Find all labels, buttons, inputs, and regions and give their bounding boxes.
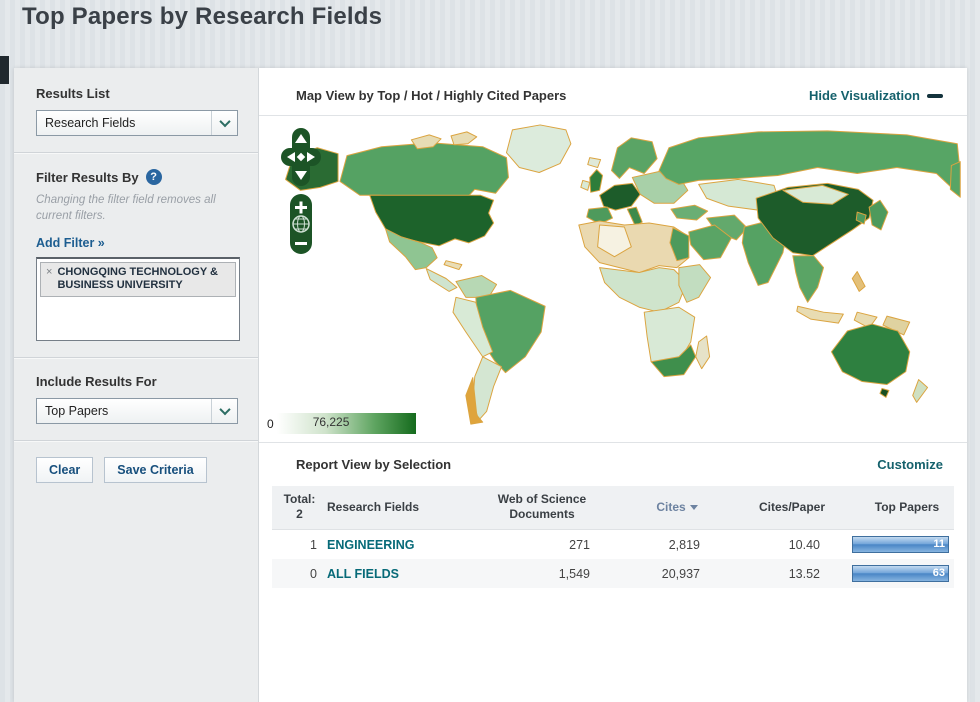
cites-label: Cites: [656, 499, 686, 514]
column-research-fields[interactable]: Research Fields: [327, 500, 462, 515]
hide-visualization-label: Hide Visualization: [808, 88, 920, 103]
legend-max: 76,225: [312, 415, 350, 429]
results-list-dropdown[interactable]: Research Fields: [36, 110, 238, 136]
table-row[interactable]: 1 ENGINEERING 271 2,819 10.40 11: [272, 530, 954, 559]
table-row[interactable]: 0 ALL FIELDS 1,549 20,937 13.52 63: [272, 559, 954, 588]
top-papers-value: 63: [932, 567, 945, 579]
column-wos-documents[interactable]: Web of Science Documents: [462, 492, 622, 522]
filter-tag[interactable]: × CHONGQING TECHNOLOGY & BUSINESS UNIVER…: [40, 262, 236, 298]
top-papers-bar[interactable]: 11: [852, 536, 949, 553]
row-rank: 0: [310, 566, 317, 581]
sort-desc-icon: [689, 504, 698, 510]
hide-visualization-link[interactable]: Hide Visualization: [809, 88, 943, 103]
cites-per-paper-value: 10.40: [788, 537, 820, 552]
remove-filter-icon[interactable]: ×: [46, 266, 52, 292]
legend-gradient-bar: 76,225: [276, 413, 416, 434]
cites-value: 2,819: [668, 537, 700, 552]
filter-box[interactable]: × CHONGQING TECHNOLOGY & BUSINESS UNIVER…: [36, 257, 240, 342]
include-results-value: Top Papers: [45, 404, 109, 419]
divider: [14, 357, 258, 359]
world-map[interactable]: [262, 118, 962, 440]
legend-min: 0: [267, 416, 274, 431]
top-papers-bar[interactable]: 63: [852, 565, 949, 582]
column-cites-sorted[interactable]: Cites: [622, 500, 732, 515]
include-results-dropdown[interactable]: Top Papers: [36, 398, 238, 425]
map-legend: 0 76,225: [267, 413, 416, 434]
collapse-minus-icon[interactable]: [927, 93, 943, 98]
top-papers-value: 11: [933, 538, 945, 550]
report-view-title: Report View by Selection: [296, 457, 452, 472]
clear-button[interactable]: Clear: [36, 457, 94, 484]
total-header: Total: 2: [272, 492, 327, 522]
divider: [14, 152, 258, 153]
main-content: Map View by Top / Hot / Highly Cited Pap…: [259, 68, 967, 702]
chevron-down-icon: [218, 403, 231, 416]
filter-results-heading: Filter Results By: [36, 169, 139, 185]
dropdown-arrow-box[interactable]: [211, 399, 237, 424]
report-table: Total: 2 Research Fields Web of Science …: [272, 486, 954, 588]
field-link[interactable]: ALL FIELDS: [327, 567, 399, 581]
wos-documents-value: 1,549: [558, 566, 590, 581]
page-title: Top Papers by Research Fields: [22, 3, 383, 30]
cites-value: 20,937: [661, 566, 700, 581]
content-panel: Results List Research Fields Filter Resu…: [14, 68, 967, 702]
add-filter-link[interactable]: Add Filter »: [36, 236, 105, 250]
map-view-title: Map View by Top / Hot / Highly Cited Pap…: [296, 88, 567, 103]
divider: [14, 440, 258, 442]
sidebar: Results List Research Fields Filter Resu…: [14, 68, 259, 702]
customize-label: Customize: [877, 457, 943, 472]
table-header-row: Total: 2 Research Fields Web of Science …: [272, 486, 954, 530]
field-link[interactable]: ENGINEERING: [327, 538, 415, 552]
zoom-out-icon: [295, 242, 307, 245]
include-results-heading: Include Results For: [36, 374, 157, 390]
total-value: 2: [296, 507, 303, 521]
row-rank: 1: [310, 537, 317, 552]
wos-documents-value: 271: [569, 537, 590, 552]
results-list-heading: Results List: [36, 86, 110, 101]
save-criteria-button[interactable]: Save Criteria: [104, 457, 207, 484]
filter-note: Changing the filter field removes all cu…: [36, 194, 216, 222]
total-label: Total:: [283, 492, 316, 506]
column-top-papers[interactable]: Top Papers: [852, 500, 962, 515]
dropdown-arrow-box[interactable]: [211, 111, 237, 135]
filter-tag-label: CHONGQING TECHNOLOGY & BUSINESS UNIVERSI…: [57, 266, 218, 292]
cites-per-paper-value: 13.52: [788, 566, 820, 581]
customize-link[interactable]: Customize: [877, 457, 943, 472]
help-icon[interactable]: ?: [145, 169, 162, 185]
chevron-down-icon: [218, 115, 231, 128]
results-list-value: Research Fields: [45, 116, 136, 130]
world-map-visualization[interactable]: 0 76,225: [259, 116, 967, 442]
corner-block: [0, 56, 9, 84]
column-cites-per-paper[interactable]: Cites/Paper: [732, 500, 852, 515]
map-navigation-controls[interactable]: [279, 128, 323, 259]
